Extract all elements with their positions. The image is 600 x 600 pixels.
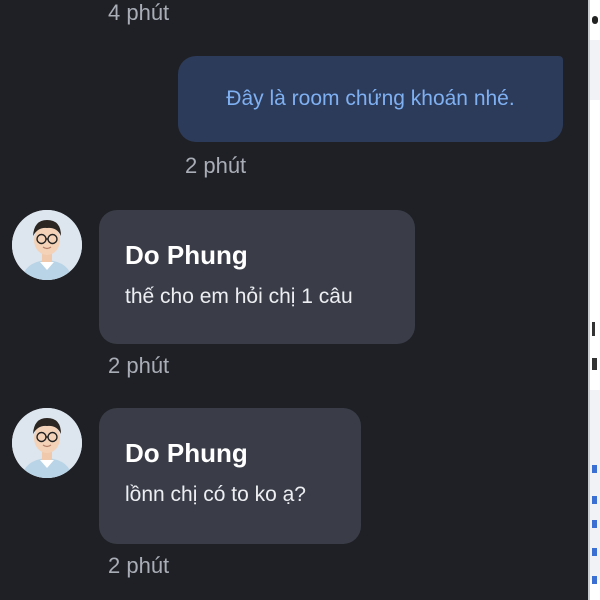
clipped-link-glyph[interactable] (592, 576, 597, 584)
clipped-link-glyph[interactable] (592, 496, 597, 504)
side-panel-fragment (588, 0, 600, 600)
side-panel-section (590, 40, 600, 100)
person-avatar-icon (12, 210, 82, 280)
clipped-glyph (592, 322, 595, 336)
sender-avatar[interactable] (12, 408, 82, 478)
sender-avatar[interactable] (12, 210, 82, 280)
sender-name[interactable]: Do Phung (125, 438, 335, 469)
clipped-glyph (592, 358, 597, 370)
sender-name[interactable]: Do Phung (125, 240, 389, 271)
message-timestamp: 4 phút (108, 0, 170, 25)
clipped-link-glyph[interactable] (592, 520, 597, 528)
message-text: thế cho em hỏi chị 1 câu (125, 285, 353, 308)
clipped-link-glyph[interactable] (592, 548, 597, 556)
incoming-message-bubble[interactable]: Do Phung thế cho em hỏi chị 1 câu (99, 210, 415, 344)
person-avatar-icon (12, 408, 82, 478)
incoming-message-bubble[interactable]: Do Phung lồnn chị có to ko ạ? (99, 408, 361, 544)
message-text: Đây là room chứng khoán nhé. (226, 87, 515, 110)
outgoing-message-bubble[interactable]: Đây là room chứng khoán nhé. (178, 56, 563, 142)
message-timestamp: 2 phút (108, 553, 170, 578)
clipped-link-glyph[interactable] (592, 465, 597, 473)
message-timestamp: 2 phút (185, 153, 247, 178)
chat-panel: 4 phút Đây là room chứng khoán nhé. 2 ph… (0, 0, 588, 600)
clipped-glyph (592, 16, 598, 24)
message-text: lồnn chị có to ko ạ? (125, 483, 306, 506)
message-timestamp: 2 phút (108, 353, 170, 378)
